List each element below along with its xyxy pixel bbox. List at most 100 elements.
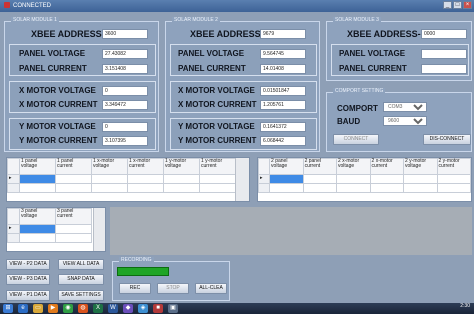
module-2-y-current-field[interactable]: 6.068442 <box>260 136 306 146</box>
module-2-xbee-field[interactable]: 9679 <box>260 29 306 39</box>
module-2-title: SOLAR MODULE 2 <box>172 17 220 23</box>
grid2-header[interactable]: 2 y-motor voltage <box>402 158 438 175</box>
module-1-panel-current-field[interactable]: 3.151408 <box>102 64 148 74</box>
table-row[interactable] <box>7 233 92 243</box>
grid1-header[interactable]: 1 y-motor current <box>199 158 236 175</box>
grid1-header[interactable]: 1 panel voltage <box>19 158 56 175</box>
word-icon[interactable]: W <box>108 304 118 313</box>
module-2-panel-voltage-label: PANEL VOLTAGE <box>178 49 245 58</box>
table-row[interactable] <box>7 183 236 193</box>
grid1-header[interactable]: 1 panel current <box>55 158 92 175</box>
grid1-scrollbar[interactable] <box>235 158 249 201</box>
grid1-header[interactable]: 1 y-motor voltage <box>163 158 200 175</box>
solar-module-2-panel: SOLAR MODULE 2 XBEE ADDRESS- 9679 PANEL … <box>165 17 320 152</box>
grid3-header[interactable]: 3 panel voltage <box>19 208 56 225</box>
baud-label: BAUD <box>337 117 361 126</box>
module-1-x-current-label: X MOTOR CURRENT <box>19 100 98 109</box>
solar-module-3-panel: SOLAR MODULE 3 XBEE ADDRESS- 0000 PANEL … <box>326 17 472 81</box>
connect-button[interactable]: CONNECT <box>333 134 379 145</box>
clock-time: 2:30 <box>460 303 470 309</box>
chrome-icon[interactable]: ◉ <box>63 304 73 313</box>
excel-icon[interactable]: X <box>93 304 103 313</box>
module-2-xbee-label: XBEE ADDRESS- <box>190 29 264 39</box>
grid2-header[interactable]: 2 x-motor voltage <box>336 158 371 175</box>
module-3-panel-current-label: PANEL CURRENT <box>339 64 407 73</box>
module-1-x-voltage-field[interactable]: 0 <box>102 86 148 96</box>
window-title: CONNECTED <box>13 3 52 9</box>
view-p2-data-button[interactable]: VIEW - P2 DATA <box>6 259 50 270</box>
app-icon[interactable]: ▣ <box>168 304 178 313</box>
module-2-panel-current-field[interactable]: 14.01408 <box>260 64 306 74</box>
app-icon[interactable]: ◈ <box>138 304 148 313</box>
module-1-y-voltage-field[interactable]: 0 <box>102 122 148 132</box>
recording-title: RECORDING <box>119 257 154 263</box>
module-2-x-voltage-label: X MOTOR VOLTAGE <box>178 86 255 95</box>
table-row[interactable]: ▸ <box>7 224 92 234</box>
comport-select[interactable]: COM3 <box>383 102 427 112</box>
view-p3-data-button[interactable]: VIEW - P3 DATA <box>6 274 50 285</box>
app-icon[interactable]: ◆ <box>123 304 133 313</box>
grid2-header[interactable]: 2 x-motor current <box>369 158 404 175</box>
module-1-title: SOLAR MODULE 1 <box>11 17 59 23</box>
clock[interactable]: 2:30 <box>460 303 470 309</box>
table-row[interactable]: ▸ <box>7 174 236 184</box>
stop-button[interactable]: STOP <box>157 283 189 294</box>
module-3-panel-voltage-field[interactable] <box>421 49 467 59</box>
disconnect-button[interactable]: DIS-CONNECT <box>423 134 471 145</box>
module-3-xbee-field[interactable]: 0000 <box>421 29 467 39</box>
media-icon[interactable]: ▶ <box>48 304 58 313</box>
clear-button[interactable]: ALL-CLEA <box>195 283 227 294</box>
title-bar: CONNECTED _ □ × <box>0 0 474 12</box>
module-2-data-grid[interactable]: 2 panel voltage 2 panel current 2 x-moto… <box>257 157 472 202</box>
module-1-xbee-label: XBEE ADDRESS- <box>31 29 105 39</box>
grid3-scrollbar[interactable] <box>93 208 105 251</box>
module-2-x-current-field[interactable]: 1.205761 <box>260 100 306 110</box>
comport-setting-panel: COMPORT SETTING COMPORT COM3 BAUD 9600 C… <box>326 88 472 152</box>
recording-progress-bar <box>117 267 169 276</box>
snap-data-button[interactable]: SNAP DATA <box>58 274 104 285</box>
close-button[interactable]: × <box>463 1 472 9</box>
baud-select[interactable]: 9600 <box>383 116 427 126</box>
ie-icon[interactable]: e <box>18 304 28 313</box>
module-2-y-voltage-field[interactable]: 0.1641372 <box>260 122 306 132</box>
maximize-button[interactable]: □ <box>453 1 462 9</box>
module-3-data-grid[interactable]: 3 panel voltage 3 panel current ▸ <box>6 207 106 252</box>
taskbar: ⊞ e ▭ ▶ ◉ ◍ X W ◆ ◈ ■ ▣ 2:30 <box>0 303 474 314</box>
module-1-panel-current-label: PANEL CURRENT <box>19 64 87 73</box>
module-1-x-current-field[interactable]: 3.349472 <box>102 100 148 110</box>
table-row[interactable]: ▸ <box>258 174 471 184</box>
module-1-xbee-field[interactable]: 3600 <box>102 29 148 39</box>
view-all-data-button[interactable]: VIEW ALL DATA <box>58 259 104 270</box>
module-2-x-voltage-field[interactable]: 0.01501847 <box>260 86 306 96</box>
comport-label: COMPORT <box>337 104 378 113</box>
module-1-data-grid[interactable]: 1 panel voltage 1 panel current 1 x-moto… <box>6 157 250 202</box>
grid2-header[interactable]: 2 panel current <box>302 158 338 175</box>
solar-module-1-panel: SOLAR MODULE 1 XBEE ADDRESS- 3600 PANEL … <box>4 17 159 152</box>
start-button[interactable]: ⊞ <box>3 304 13 313</box>
app-icon[interactable]: ■ <box>153 304 163 313</box>
grid2-header[interactable]: 2 panel voltage <box>269 158 304 175</box>
grid2-header[interactable]: 2 y-motor current <box>436 158 471 175</box>
grid3-header[interactable]: 3 panel current <box>55 208 92 225</box>
module-3-panel-voltage-label: PANEL VOLTAGE <box>339 49 406 58</box>
module-3-panel-current-field[interactable] <box>421 64 467 74</box>
module-1-panel-voltage-field[interactable]: 27.43082 <box>102 49 148 59</box>
recording-panel: RECORDING REC STOP ALL-CLEA <box>112 257 230 301</box>
module-2-panel-current-label: PANEL CURRENT <box>178 64 246 73</box>
save-settings-button[interactable]: SAVE SETTINGS <box>58 290 104 301</box>
folder-icon[interactable]: ▭ <box>33 304 43 313</box>
firefox-icon[interactable]: ◍ <box>78 304 88 313</box>
module-2-panel-voltage-field[interactable]: 9.564745 <box>260 49 306 59</box>
minimize-button[interactable]: _ <box>443 1 452 9</box>
module-1-y-current-field[interactable]: 3.107395 <box>102 136 148 146</box>
app-icon <box>4 2 10 9</box>
view-p1-data-button[interactable]: VIEW - P1 DATA <box>6 290 50 301</box>
empty-grid-area <box>110 207 472 255</box>
grid1-header[interactable]: 1 x-motor current <box>127 158 164 175</box>
comport-title: COMPORT SETTING <box>333 88 386 94</box>
grid1-header[interactable]: 1 x-motor voltage <box>91 158 128 175</box>
table-row[interactable] <box>258 183 471 193</box>
rec-button[interactable]: REC <box>119 283 151 294</box>
module-3-title: SOLAR MODULE 3 <box>333 17 381 23</box>
module-3-xbee-label: XBEE ADDRESS- <box>347 29 421 39</box>
